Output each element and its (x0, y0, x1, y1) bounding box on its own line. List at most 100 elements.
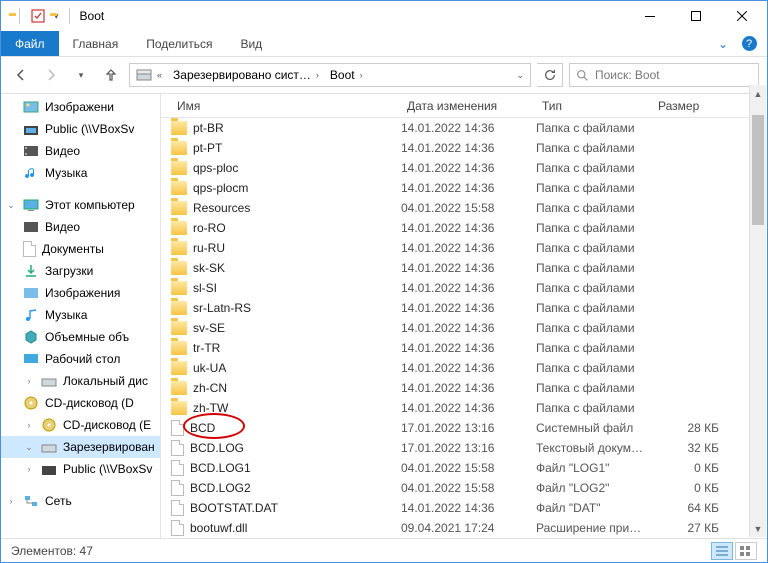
qat-properties-icon[interactable] (30, 8, 46, 24)
file-name: zh-TW (193, 401, 228, 415)
file-type: Папка с файлами (536, 401, 652, 415)
breadcrumb-part-reserved[interactable]: Зарезервировано сист…› (169, 64, 326, 86)
nav-item-cd-d[interactable]: CD-дисковод (D (1, 392, 160, 414)
file-row[interactable]: tr-TR14.01.2022 14:36Папка с файлами (161, 338, 765, 358)
file-row[interactable]: sr-Latn-RS14.01.2022 14:36Папка с файлам… (161, 298, 765, 318)
file-type: Текстовый докум… (536, 441, 652, 455)
folder-icon (171, 321, 187, 335)
file-row[interactable]: BCD.LOG17.01.2022 13:16Текстовый докум…3… (161, 438, 765, 458)
file-row[interactable]: bootuwf.dll09.04.2021 17:24Расширение пр… (161, 518, 765, 538)
file-row[interactable]: qps-ploc14.01.2022 14:36Папка с файлами (161, 158, 765, 178)
file-type: Файл "LOG2" (536, 481, 652, 495)
nav-forward-button[interactable] (39, 63, 63, 87)
file-type: Папка с файлами (536, 201, 652, 215)
column-size[interactable]: Размер (652, 94, 727, 117)
file-row[interactable]: uk-UA14.01.2022 14:36Папка с файлами (161, 358, 765, 378)
nav-item-reserved[interactable]: ⌄Зарезервирован (1, 436, 160, 458)
tab-share[interactable]: Поделиться (132, 31, 226, 56)
nav-history-dropdown[interactable]: ▾ (69, 63, 93, 87)
column-date[interactable]: Дата изменения (401, 94, 536, 117)
file-row[interactable]: BCD17.01.2022 13:16Системный файл28 КБ (161, 418, 765, 438)
file-row[interactable]: pt-BR14.01.2022 14:36Папка с файлами (161, 118, 765, 138)
file-name: BCD.LOG2 (190, 481, 251, 495)
file-date: 14.01.2022 14:36 (401, 381, 536, 395)
refresh-button[interactable] (537, 63, 563, 87)
nav-item-documents[interactable]: Документы (1, 238, 160, 260)
vertical-scrollbar[interactable]: ▲ ▼ (749, 85, 766, 537)
scroll-up-icon[interactable]: ▲ (750, 85, 766, 102)
tab-file[interactable]: Файл (1, 31, 59, 56)
file-name: uk-UA (193, 361, 226, 375)
scroll-thumb[interactable] (752, 115, 764, 225)
view-icons-button[interactable] (735, 542, 757, 560)
file-row[interactable]: BCD.LOG204.01.2022 15:58Файл "LOG2"0 КБ (161, 478, 765, 498)
nav-item-images[interactable]: Изображени (1, 96, 160, 118)
file-name: sl-SI (193, 281, 217, 295)
nav-item-music[interactable]: Музыка (1, 162, 160, 184)
separator (19, 8, 20, 24)
nav-item-desktop[interactable]: Рабочий стол (1, 348, 160, 370)
file-name: BCD.LOG (190, 441, 244, 455)
file-list[interactable]: pt-BR14.01.2022 14:36Папка с файламиpt-P… (161, 118, 767, 538)
search-input[interactable]: Поиск: Boot (569, 63, 759, 87)
file-date: 14.01.2022 14:36 (401, 241, 536, 255)
nav-item-pictures[interactable]: Изображения (1, 282, 160, 304)
file-row[interactable]: ro-RO14.01.2022 14:36Папка с файлами (161, 218, 765, 238)
nav-item-this-pc[interactable]: ⌄Этот компьютер (1, 194, 160, 216)
ribbon-expand-icon[interactable]: ⌄ (715, 36, 731, 52)
navigation-pane[interactable]: Изображени Public (\\VBoxSv Видео Музыка… (1, 94, 161, 538)
minimize-button[interactable] (627, 1, 673, 31)
file-row[interactable]: sl-SI14.01.2022 14:36Папка с файлами (161, 278, 765, 298)
file-row[interactable]: sk-SK14.01.2022 14:36Папка с файлами (161, 258, 765, 278)
nav-item-public[interactable]: Public (\\VBoxSv (1, 118, 160, 140)
nav-item-local-disk[interactable]: ›Локальный дис (1, 370, 160, 392)
breadcrumb-dropdown-icon[interactable]: ⌄ (512, 64, 528, 86)
folder-icon (171, 161, 187, 175)
file-size: 32 КБ (652, 441, 727, 455)
column-name[interactable]: Имя (171, 94, 401, 117)
file-date: 17.01.2022 13:16 (401, 421, 536, 435)
file-row[interactable]: Resources 04.01.2022 15:58Папка с файлами (161, 198, 765, 218)
file-type: Расширение при… (536, 521, 652, 535)
separator (69, 8, 70, 24)
folder-icon (171, 141, 187, 155)
file-name: Resources (193, 201, 250, 215)
file-icon (171, 440, 184, 456)
breadcrumb-part-boot[interactable]: Boot› (326, 64, 370, 86)
nav-item-music2[interactable]: Музыка (1, 304, 160, 326)
view-details-button[interactable] (711, 542, 733, 560)
nav-item-network[interactable]: ›Сеть (1, 490, 160, 512)
help-icon[interactable]: ? (741, 36, 757, 52)
nav-item-cd-e[interactable]: ›CD-дисковод (E (1, 414, 160, 436)
file-icon (171, 520, 184, 536)
tab-view[interactable]: Вид (226, 31, 276, 56)
nav-item-videos[interactable]: Видео (1, 216, 160, 238)
nav-up-button[interactable] (99, 63, 123, 87)
file-row[interactable]: zh-TW14.01.2022 14:36Папка с файлами (161, 398, 765, 418)
folder-icon (171, 301, 187, 315)
file-row[interactable]: ru-RU14.01.2022 14:36Папка с файлами (161, 238, 765, 258)
column-type[interactable]: Тип (536, 94, 652, 117)
nav-item-downloads[interactable]: Загрузки (1, 260, 160, 282)
nav-item-3d[interactable]: Объемные объ (1, 326, 160, 348)
window-title: Boot (80, 9, 105, 23)
file-row[interactable]: BCD.LOG104.01.2022 15:58Файл "LOG1"0 КБ (161, 458, 765, 478)
tab-home[interactable]: Главная (59, 31, 133, 56)
file-name: ro-RO (193, 221, 226, 235)
file-name: sk-SK (193, 261, 225, 275)
file-row[interactable]: sv-SE14.01.2022 14:36Папка с файлами (161, 318, 765, 338)
close-button[interactable] (719, 1, 765, 31)
file-date: 09.04.2021 17:24 (401, 521, 536, 535)
file-row[interactable]: zh-CN14.01.2022 14:36Папка с файлами (161, 378, 765, 398)
file-row[interactable]: BOOTSTAT.DAT14.01.2022 14:36Файл "DAT"64… (161, 498, 765, 518)
file-row[interactable]: pt-PT14.01.2022 14:36Папка с файлами (161, 138, 765, 158)
breadcrumb-drive-icon[interactable]: « (132, 64, 169, 86)
nav-back-button[interactable] (9, 63, 33, 87)
breadcrumb[interactable]: « Зарезервировано сист…› Boot› ⌄ (129, 63, 531, 87)
scroll-down-icon[interactable]: ▼ (750, 520, 766, 537)
file-date: 04.01.2022 15:58 (401, 201, 536, 215)
nav-item-public2[interactable]: ›Public (\\VBoxSv (1, 458, 160, 480)
nav-item-video[interactable]: Видео (1, 140, 160, 162)
maximize-button[interactable] (673, 1, 719, 31)
file-row[interactable]: qps-plocm14.01.2022 14:36Папка с файлами (161, 178, 765, 198)
